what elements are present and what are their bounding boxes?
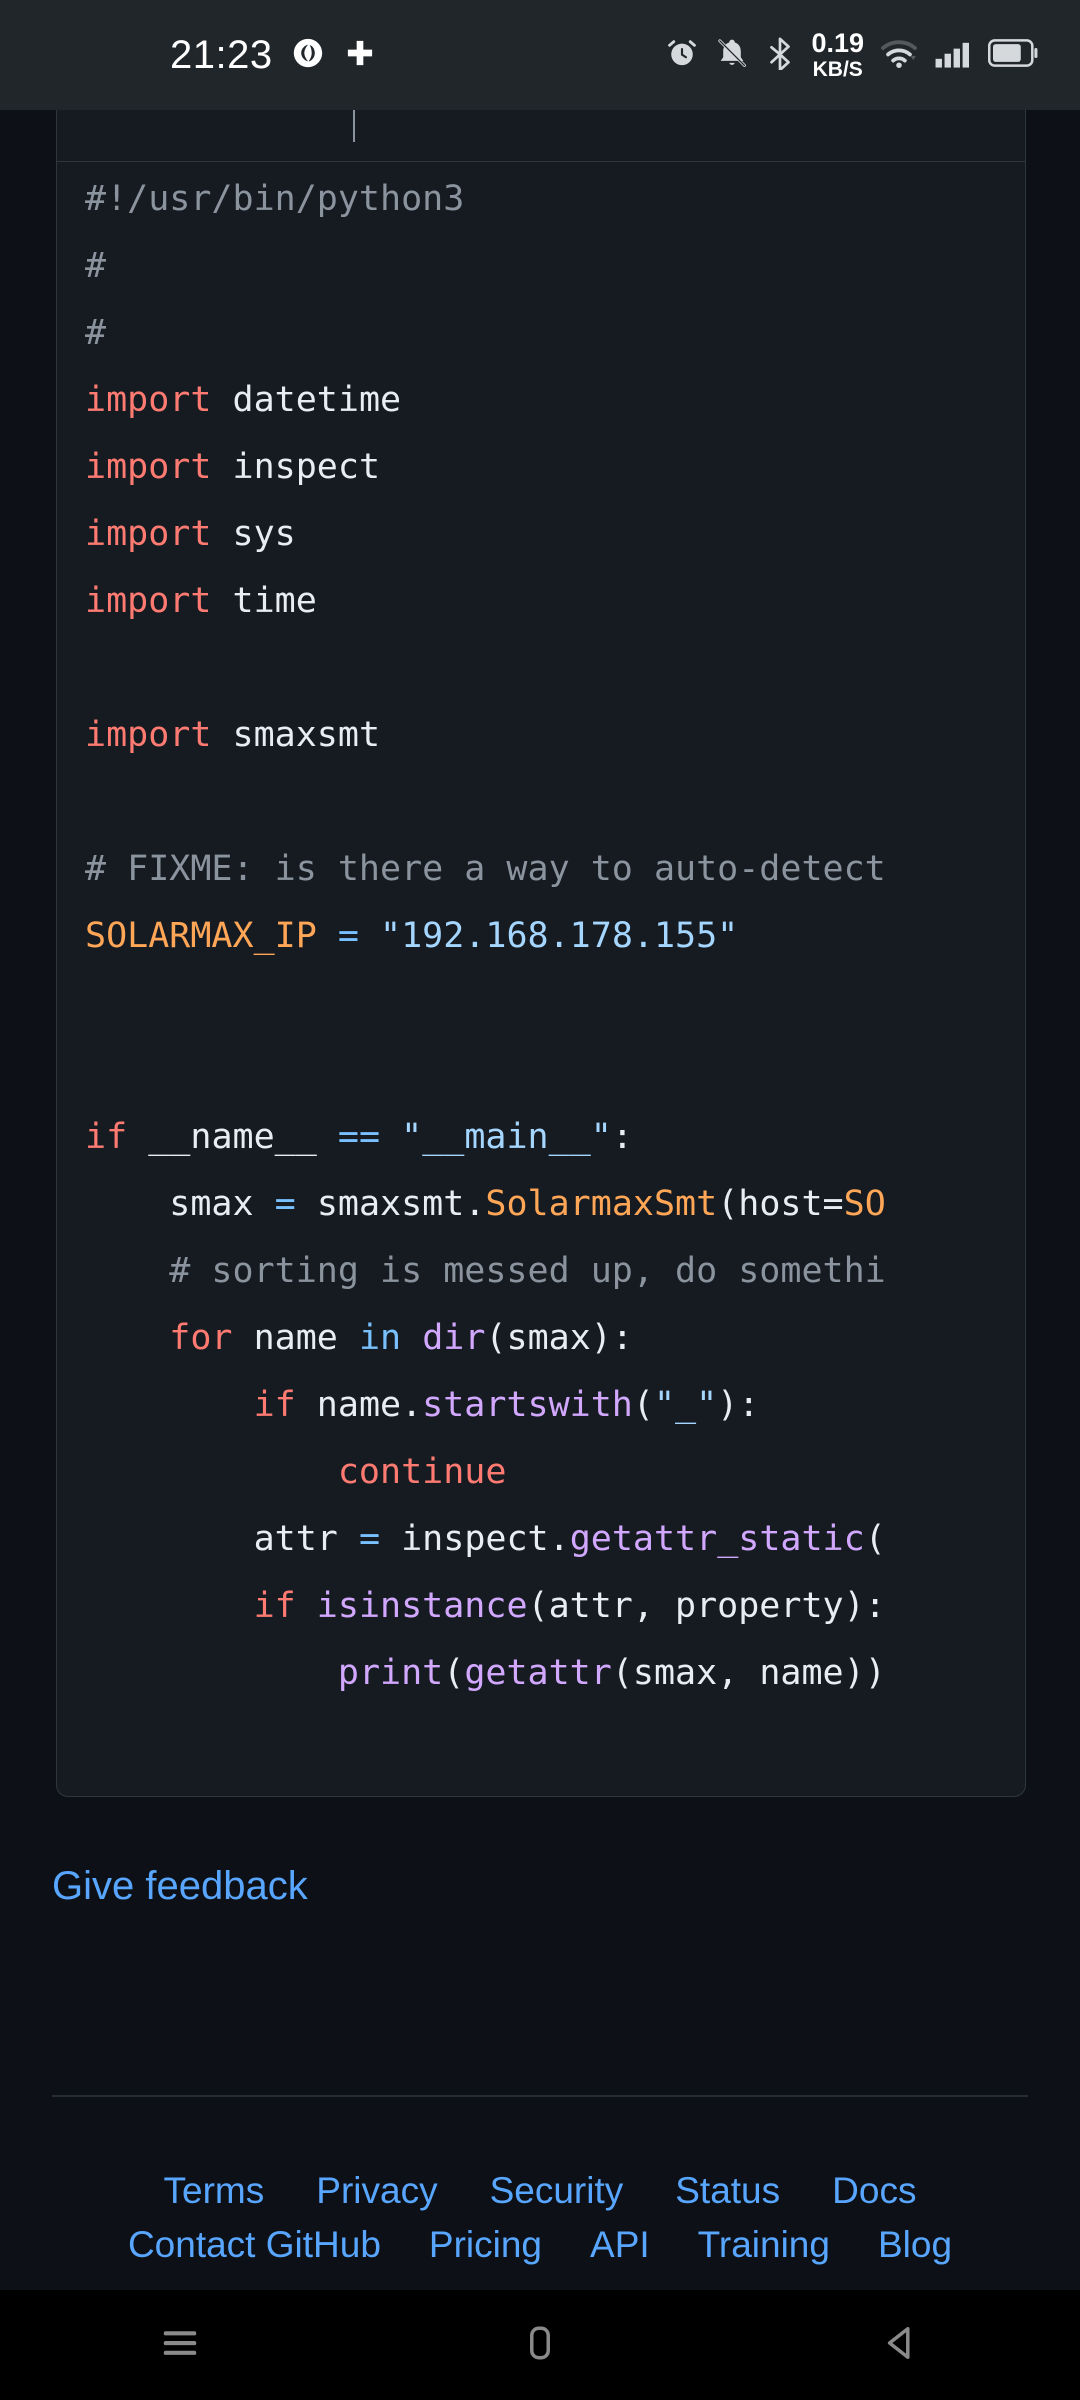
code-line: #: [85, 313, 107, 353]
home-button[interactable]: [465, 2290, 615, 2400]
code-line: import time: [85, 581, 317, 621]
code-line: import sys: [85, 514, 296, 554]
footer-link-contact-github[interactable]: Contact GitHub: [128, 2224, 381, 2266]
network-speed-unit: KB/S: [812, 58, 863, 81]
footer-link-status[interactable]: Status: [675, 2170, 780, 2212]
hamburger-icon: [154, 2317, 206, 2374]
footer-link-security[interactable]: Security: [490, 2170, 624, 2212]
code-line: smax = smaxsmt.SolarmaxSmt(host=SO: [85, 1184, 886, 1224]
code-line: continue: [85, 1452, 507, 1492]
recents-button[interactable]: [105, 2290, 255, 2400]
network-speed-value: 0.19: [811, 28, 864, 58]
code-line: attr = inspect.getattr_static(: [85, 1519, 886, 1559]
code-line: if name.startswith("_"):: [85, 1385, 760, 1425]
footer-links-row-1: Terms Privacy Security Status Docs: [164, 2170, 917, 2212]
header-text-partial: ( ): [83, 110, 276, 112]
bluetooth-icon: [765, 36, 795, 75]
footer-links-row-2: Contact GitHub Pricing API Training Blog: [128, 2224, 952, 2266]
status-bar: 21:23 0.19 KB/S: [0, 0, 1080, 110]
medical-cross-icon: [343, 36, 377, 75]
code-block[interactable]: #!/usr/bin/python3 # # import datetime impor…: [56, 162, 1026, 1797]
code-content: #!/usr/bin/python3 # # import datetime impor…: [85, 166, 1025, 1707]
android-navigation-bar: [0, 2290, 1080, 2400]
back-triangle-icon: [874, 2317, 926, 2374]
code-line: #: [85, 246, 107, 286]
footer-link-pricing[interactable]: Pricing: [429, 2224, 542, 2266]
status-bar-left-group: 21:23: [170, 33, 377, 78]
code-line: if isinstance(attr, property):: [85, 1586, 886, 1626]
bell-muted-icon: [715, 36, 749, 75]
page-content: ( ) ) #!/usr/bin/python3 # # import datetim…: [0, 110, 1080, 2290]
code-line: for name in dir(smax):: [85, 1318, 633, 1358]
text-cursor: [353, 110, 355, 142]
footer-link-blog[interactable]: Blog: [878, 2224, 952, 2266]
wifi-icon: [880, 37, 918, 74]
back-button[interactable]: [825, 2290, 975, 2400]
status-bar-clock: 21:23: [170, 32, 273, 77]
code-line: # FIXME: is there a way to auto-detect: [85, 849, 886, 889]
footer-link-privacy[interactable]: Privacy: [316, 2170, 437, 2212]
status-bar-right-group: 0.19 KB/S: [665, 30, 1038, 80]
footer-link-terms[interactable]: Terms: [164, 2170, 265, 2212]
network-speed-indicator: 0.19 KB/S: [811, 28, 864, 81]
code-line: # sorting is messed up, do somethi: [85, 1251, 886, 1291]
app-glyph-icon: [291, 36, 325, 75]
footer-link-docs[interactable]: Docs: [832, 2170, 916, 2212]
footer-link-api[interactable]: API: [590, 2224, 650, 2266]
home-rounded-rect-icon: [514, 2317, 566, 2374]
site-footer: Terms Privacy Security Status Docs Conta…: [0, 2170, 1080, 2266]
code-line: import smaxsmt: [85, 715, 381, 755]
cellular-signal-icon: [934, 37, 972, 74]
header-text-partial-2: ): [457, 110, 481, 112]
code-line: SOLARMAX_IP = "192.168.178.155": [85, 916, 739, 956]
footer-divider: [52, 2095, 1028, 2097]
code-block-header-partial: ( ) ): [56, 110, 1026, 162]
code-line: print(getattr(smax, name)): [337, 1653, 886, 1693]
alarm-clock-icon: [665, 36, 699, 75]
code-line: #!/usr/bin/python3: [85, 179, 465, 219]
battery-icon: [987, 38, 1038, 72]
code-line: import datetime: [85, 380, 402, 420]
code-line: if __name__ == "__main__":: [85, 1117, 633, 1157]
footer-link-training[interactable]: Training: [698, 2224, 830, 2266]
code-line: import inspect: [85, 447, 381, 487]
give-feedback-link[interactable]: Give feedback: [52, 1864, 308, 1909]
